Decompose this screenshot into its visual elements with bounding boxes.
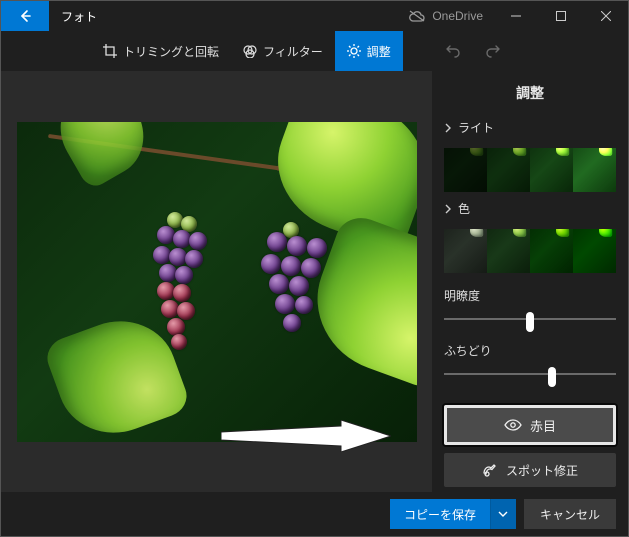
edit-toolbar: トリミングと回転 フィルター 調整 bbox=[1, 31, 628, 71]
footer: コピーを保存 キャンセル bbox=[1, 492, 628, 536]
titlebar: フォト OneDrive bbox=[1, 1, 628, 31]
photo-canvas[interactable] bbox=[1, 71, 432, 492]
vignette-slider-block: ふちどり bbox=[444, 342, 616, 383]
adjust-panel: 調整 ライト 色 明瞭度 bbox=[432, 71, 628, 492]
close-button[interactable] bbox=[583, 1, 628, 31]
close-icon bbox=[601, 11, 611, 21]
redeye-label: 赤目 bbox=[530, 416, 556, 435]
photos-app-window: フォト OneDrive トリミングと回転 フィルター 調整 bbox=[0, 0, 629, 537]
color-preview-strip[interactable] bbox=[444, 229, 616, 273]
tool-adjust[interactable]: 調整 bbox=[335, 31, 403, 71]
adjust-icon bbox=[347, 44, 361, 58]
onedrive-status[interactable]: OneDrive bbox=[398, 1, 493, 31]
vignette-slider[interactable] bbox=[444, 365, 616, 383]
clarity-thumb[interactable] bbox=[526, 312, 534, 332]
tool-crop-rotate[interactable]: トリミングと回転 bbox=[91, 31, 231, 71]
filter-icon bbox=[243, 44, 257, 58]
spotfix-label: スポット修正 bbox=[506, 462, 578, 479]
cancel-label: キャンセル bbox=[540, 506, 600, 523]
group-light-label: ライト bbox=[458, 119, 494, 136]
eye-icon bbox=[504, 419, 522, 431]
minimize-button[interactable] bbox=[493, 1, 538, 31]
group-color-label: 色 bbox=[458, 200, 470, 217]
cancel-button[interactable]: キャンセル bbox=[524, 499, 616, 529]
redeye-button[interactable]: 赤目 bbox=[444, 405, 616, 445]
crop-icon bbox=[103, 44, 117, 58]
undo-button[interactable] bbox=[433, 31, 473, 71]
tool-crop-label: トリミングと回転 bbox=[123, 43, 219, 60]
vignette-label: ふちどり bbox=[444, 342, 616, 359]
minimize-icon bbox=[511, 11, 521, 21]
arrow-left-icon bbox=[17, 8, 33, 24]
tool-filter-label: フィルター bbox=[263, 43, 323, 60]
vignette-thumb[interactable] bbox=[548, 367, 556, 387]
chevron-right-icon bbox=[444, 123, 452, 133]
spotfix-icon bbox=[482, 462, 498, 478]
window-controls bbox=[493, 1, 628, 31]
cloud-off-icon bbox=[408, 10, 426, 22]
main-area: 調整 ライト 色 明瞭度 bbox=[1, 71, 628, 492]
clarity-label: 明瞭度 bbox=[444, 287, 616, 304]
save-label: コピーを保存 bbox=[404, 506, 476, 523]
tool-filters[interactable]: フィルター bbox=[231, 31, 335, 71]
clarity-slider-block: 明瞭度 bbox=[444, 287, 616, 328]
tool-adjust-label: 調整 bbox=[367, 43, 391, 60]
light-preview-strip[interactable] bbox=[444, 148, 616, 192]
maximize-button[interactable] bbox=[538, 1, 583, 31]
redo-icon bbox=[485, 43, 501, 59]
group-color[interactable]: 色 bbox=[444, 200, 616, 217]
chevron-down-icon bbox=[498, 511, 508, 517]
onedrive-label: OneDrive bbox=[432, 9, 483, 23]
photo-image bbox=[17, 122, 417, 442]
maximize-icon bbox=[556, 11, 566, 21]
chevron-right-icon bbox=[444, 204, 452, 214]
save-button-group: コピーを保存 bbox=[390, 499, 516, 529]
back-button[interactable] bbox=[1, 1, 49, 31]
save-copy-button[interactable]: コピーを保存 bbox=[390, 499, 490, 529]
panel-title: 調整 bbox=[444, 79, 616, 111]
redo-button[interactable] bbox=[473, 31, 513, 71]
spotfix-button[interactable]: スポット修正 bbox=[444, 453, 616, 487]
save-dropdown-button[interactable] bbox=[490, 499, 516, 529]
undo-icon bbox=[445, 43, 461, 59]
clarity-slider[interactable] bbox=[444, 310, 616, 328]
app-title: フォト bbox=[49, 1, 398, 31]
group-light[interactable]: ライト bbox=[444, 119, 616, 136]
